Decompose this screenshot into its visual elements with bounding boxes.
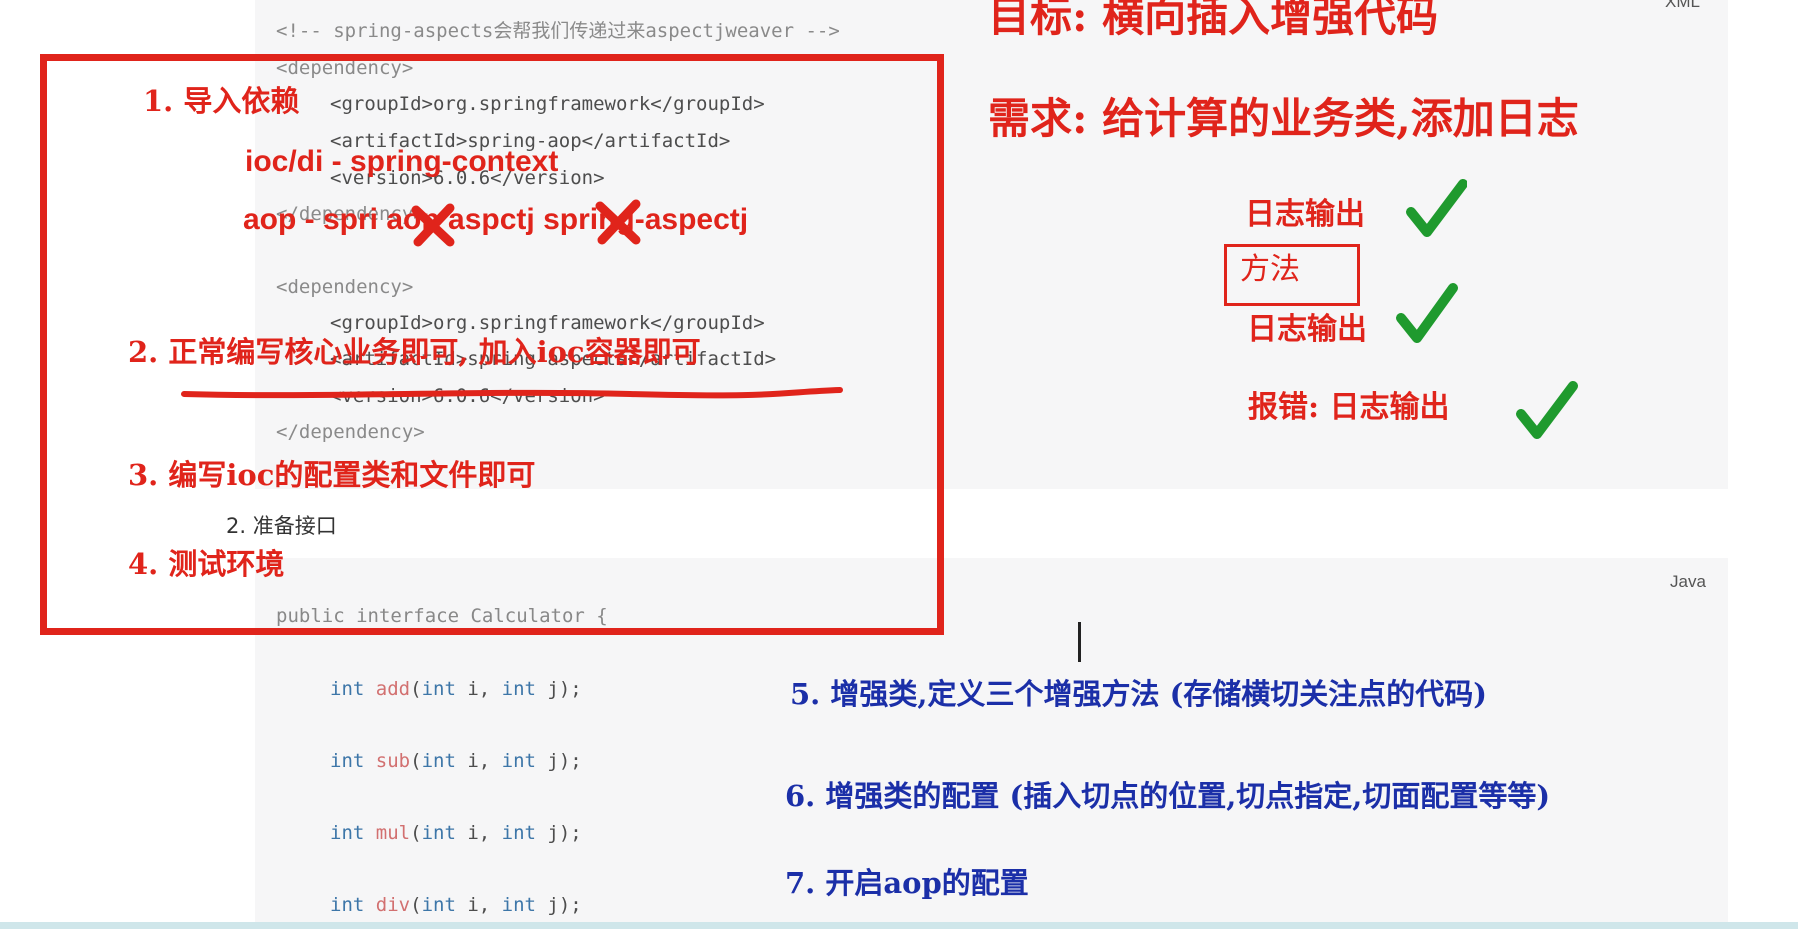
annotation-step-2: 2. 正常编写核心业务即可, 加入ioc容器即可 xyxy=(128,335,701,369)
annotation-error-log: 报错: 日志输出 xyxy=(1248,390,1450,425)
annotation-step-7: 7. 开启aop的配置 xyxy=(785,866,1029,900)
java-method-line: int mul(int i, int j); xyxy=(330,822,582,844)
annotation-step-1: 1. 导入依赖 xyxy=(143,84,300,118)
annotation-requirement: 需求: 给计算的业务类,添加日志 xyxy=(988,94,1579,143)
xml-comment: <!-- spring-aspects会帮我们传递过来aspectjweaver… xyxy=(276,20,840,42)
annotation-log-output: 日志输出 xyxy=(1247,312,1367,347)
check-mark-icon xyxy=(1516,381,1578,439)
java-method-line: int add(int i, int j); xyxy=(330,678,582,700)
annotation-goal: 目标: 横向插入增强代码 xyxy=(988,0,1439,41)
annotation-step-3: 3. 编写ioc的配置类和文件即可 xyxy=(128,458,536,492)
java-method-line: int div(int i, int j); xyxy=(330,894,582,916)
annotation-ioc-di: ioc/di - spring-context xyxy=(245,145,559,178)
annotation-step-5: 5. 增强类,定义三个增强方法 (存储横切关注点的代码) xyxy=(790,677,1488,711)
code-language-label: Java xyxy=(1670,572,1706,591)
cross-mark-icon xyxy=(411,203,455,247)
annotation-method: 方法 xyxy=(1240,252,1300,287)
bottom-strip xyxy=(0,922,1798,929)
underline-stroke xyxy=(181,387,843,399)
annotation-step-6: 6. 增强类的配置 (插入切点的位置,切点指定,切面配置等等) xyxy=(785,779,1551,813)
java-method-line: int sub(int i, int j); xyxy=(330,750,582,772)
annotation-aop-line: aop - spri aop aspctj spring-aspectj xyxy=(243,203,749,236)
annotation-step-4: 4. 测试环境 xyxy=(128,547,285,581)
annotation-log-output: 日志输出 xyxy=(1245,197,1365,232)
check-mark-icon xyxy=(1396,283,1458,343)
cross-mark-icon xyxy=(595,199,641,245)
text-cursor-icon xyxy=(1078,622,1081,662)
code-language-label: XML xyxy=(1665,0,1700,11)
check-mark-icon xyxy=(1406,179,1467,237)
